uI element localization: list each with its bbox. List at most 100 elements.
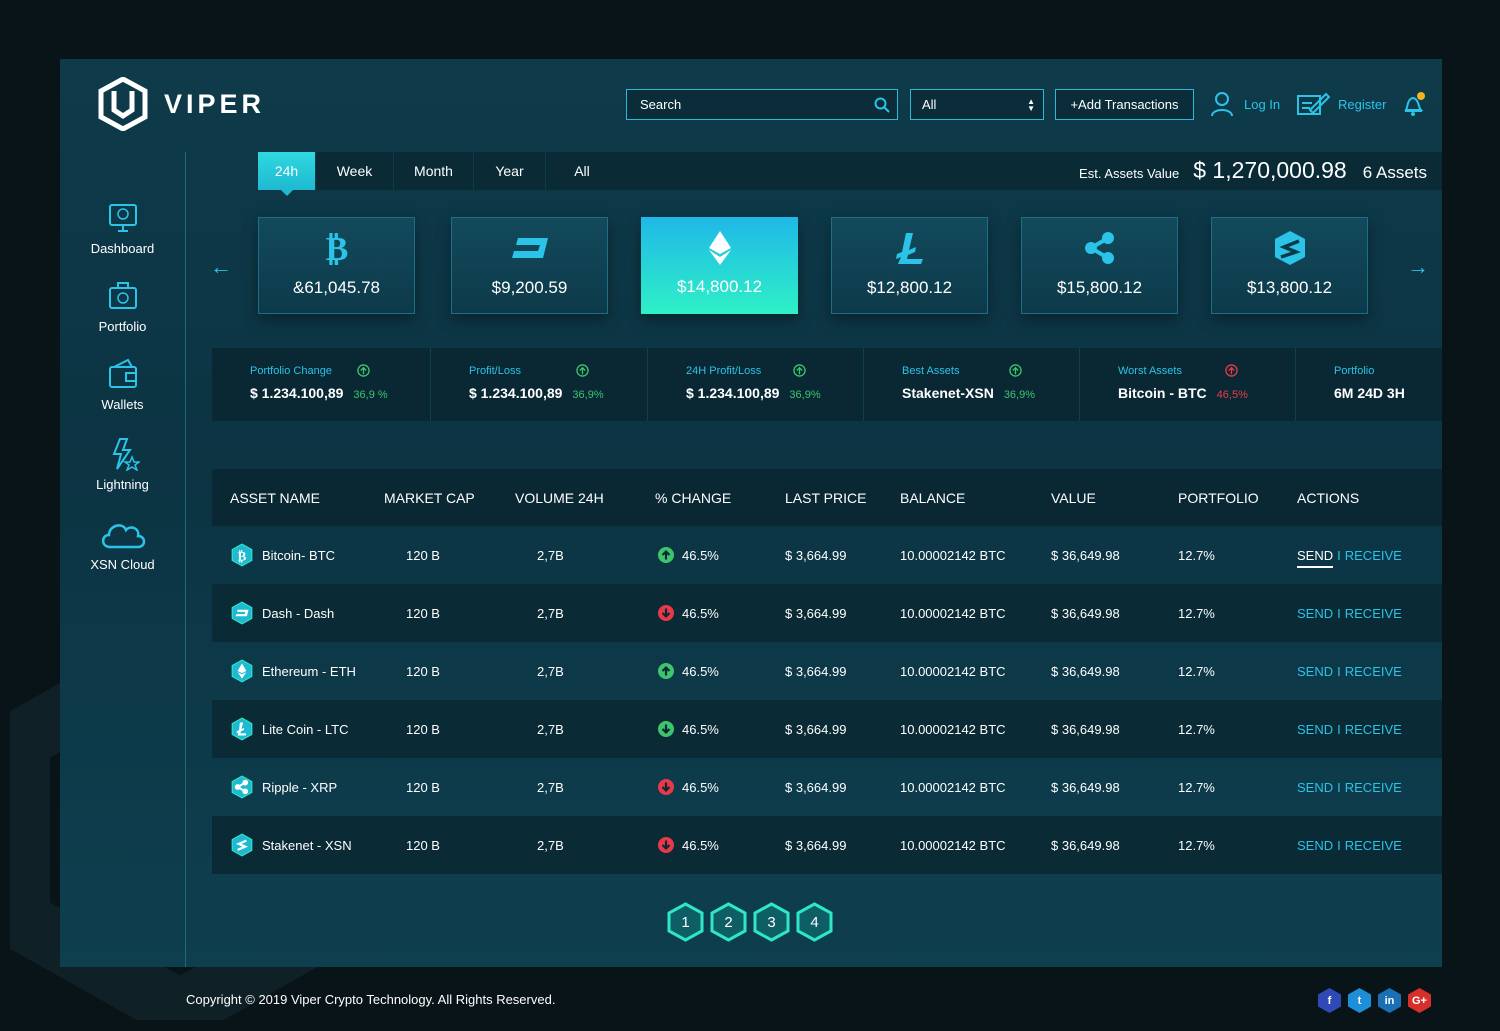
send-link[interactable]: SEND: [1297, 547, 1334, 568]
tab-week[interactable]: Week: [316, 152, 394, 190]
value: $ 36,649.98: [1051, 837, 1120, 853]
brand-logo[interactable]: VIPER: [98, 77, 265, 131]
tab-all[interactable]: All: [546, 152, 618, 190]
stat-value: $ 1.234.100,89: [250, 385, 344, 401]
arrow-up-circle-icon: [1009, 364, 1022, 377]
volume-24h: 2,7B: [537, 663, 564, 679]
login-label: Log In: [1244, 96, 1281, 112]
google-plus-icon[interactable]: G+: [1406, 987, 1433, 1014]
edit-icon: [1297, 92, 1330, 115]
column-header[interactable]: PORTFOLIO: [1178, 490, 1259, 506]
column-header[interactable]: BALANCE: [900, 490, 965, 506]
percent-change: 46.5%: [658, 605, 719, 621]
column-header[interactable]: ASSET NAME: [230, 490, 320, 506]
sidebar-item-dashboard[interactable]: Dashboard: [60, 201, 185, 256]
asset-name[interactable]: ₿ Bitcoin- BTC: [230, 543, 335, 567]
coin-card-value: $14,800.12: [676, 277, 763, 296]
send-link[interactable]: SEND: [1297, 606, 1333, 621]
percent-change: 46.5%: [658, 663, 719, 679]
coin-card-ripple[interactable]: $15,800.12: [1021, 217, 1178, 314]
market-cap: 120 B: [406, 605, 440, 621]
tab-month[interactable]: Month: [394, 152, 474, 190]
sidebar-item-xsn-cloud[interactable]: XSN Cloud: [60, 517, 185, 572]
receive-link[interactable]: RECEIVE: [1345, 548, 1402, 563]
column-header[interactable]: VOLUME 24H: [515, 490, 604, 506]
stat-percent: 36,9%: [1003, 389, 1036, 401]
search-icon[interactable]: [867, 97, 897, 113]
table-row: Stakenet - XSN 120 B 2,7B 46.5% $ 3,664.99 10…: [212, 816, 1442, 874]
percent-change: 46.5%: [658, 779, 719, 795]
tab-24h[interactable]: 24h: [258, 152, 316, 196]
column-header[interactable]: VALUE: [1051, 490, 1096, 506]
action-separator: I: [1337, 721, 1341, 737]
arrow-left-icon[interactable]: ←: [210, 254, 232, 280]
receive-link[interactable]: RECEIVE: [1345, 838, 1402, 853]
sidebar-item-wallets[interactable]: Wallets: [60, 357, 185, 412]
dashboard-icon: [108, 204, 137, 232]
column-header[interactable]: LAST PRICE: [785, 490, 866, 506]
balance: 10.00002142 BTC: [900, 663, 1006, 679]
stat-profit-loss: Profit/Loss $ 1.234.100,89 36,9%: [431, 348, 648, 421]
page-button-2[interactable]: 2: [710, 902, 747, 942]
social-label: t: [1357, 994, 1362, 1007]
receive-link[interactable]: RECEIVE: [1345, 722, 1402, 737]
column-header[interactable]: MARKET CAP: [384, 490, 475, 506]
coin-card-value: $13,800.12: [1246, 278, 1333, 297]
filter-select[interactable]: All ▲ ▼: [910, 89, 1044, 120]
svg-text:₿: ₿: [238, 549, 247, 564]
app-window: VIPER All ▲▼ +Add Transactions Log In Re…: [60, 59, 1442, 967]
twitter-icon[interactable]: t: [1346, 987, 1373, 1014]
asset-name[interactable]: Dash - Dash: [230, 601, 334, 625]
page-button-1[interactable]: 1: [667, 902, 704, 942]
receive-link[interactable]: RECEIVE: [1345, 606, 1402, 621]
coin-card-litecoin[interactable]: $12,800.12: [831, 217, 988, 314]
search-input[interactable]: [627, 97, 867, 112]
stat-percent: 36,9 %: [353, 389, 388, 401]
asset-name-label: Ethereum - ETH: [262, 663, 356, 679]
asset-name[interactable]: Ethereum - ETH: [230, 659, 356, 683]
market-cap: 120 B: [406, 779, 440, 795]
coin-card-ethereum[interactable]: $14,800.12: [641, 217, 798, 314]
stat-value: $ 1.234.100,89: [686, 385, 780, 401]
search-box: [626, 89, 898, 120]
sidebar-item-lightning[interactable]: Lightning: [60, 437, 185, 492]
column-header[interactable]: % CHANGE: [655, 490, 731, 506]
balance: 10.00002142 BTC: [900, 779, 1006, 795]
table-row: Ripple - XRP 120 B 2,7B 46.5% $ 3,664.99 10.0…: [212, 758, 1442, 816]
facebook-icon[interactable]: f: [1316, 987, 1343, 1014]
asset-name[interactable]: Ripple - XRP: [230, 775, 337, 799]
arrow-right-icon[interactable]: →: [1407, 254, 1429, 280]
coin-card-dash[interactable]: $9,200.59: [451, 217, 608, 314]
send-link[interactable]: SEND: [1297, 780, 1333, 795]
receive-link[interactable]: RECEIVE: [1345, 780, 1402, 795]
percent-change-value: 46.5%: [682, 547, 719, 563]
volume-24h: 2,7B: [537, 779, 564, 795]
coin-card-stakenet[interactable]: $13,800.12: [1211, 217, 1368, 314]
notification-bell-icon[interactable]: [1402, 91, 1426, 122]
ripple-icon: [231, 775, 253, 799]
actions: SEND I RECEIVE: [1297, 606, 1402, 621]
sidebar-item-portfolio[interactable]: Portfolio: [60, 279, 185, 334]
last-price: $ 3,664.99: [785, 605, 847, 621]
send-link[interactable]: SEND: [1297, 664, 1333, 679]
portfolio-share: 12.7%: [1178, 837, 1215, 853]
page-button-3[interactable]: 3: [753, 902, 790, 942]
register-link[interactable]: Register: [1296, 91, 1386, 117]
action-separator: I: [1337, 663, 1341, 679]
actions: SEND I RECEIVE: [1297, 838, 1402, 853]
stats-bar: Portfolio Change $ 1.234.100,89 36,9 % Pr…: [212, 348, 1442, 421]
stat-value: Bitcoin - BTC: [1118, 385, 1207, 401]
sidebar-label-lightning: Lightning: [96, 477, 149, 492]
receive-link[interactable]: RECEIVE: [1345, 664, 1402, 679]
login-link[interactable]: Log In: [1210, 91, 1280, 117]
coin-card-value: $15,800.12: [1056, 278, 1143, 297]
add-transactions-button[interactable]: +Add Transactions: [1055, 89, 1194, 120]
asset-name[interactable]: Stakenet - XSN: [230, 833, 352, 857]
asset-name[interactable]: Lite Coin - LTC: [230, 717, 348, 741]
send-link[interactable]: SEND: [1297, 838, 1333, 853]
page-button-4[interactable]: 4: [796, 902, 833, 942]
linkedin-icon[interactable]: in: [1376, 987, 1403, 1014]
tab-year[interactable]: Year: [474, 152, 546, 190]
coin-card-bitcoin[interactable]: ₿ &61,045.78: [258, 217, 415, 314]
send-link[interactable]: SEND: [1297, 722, 1333, 737]
